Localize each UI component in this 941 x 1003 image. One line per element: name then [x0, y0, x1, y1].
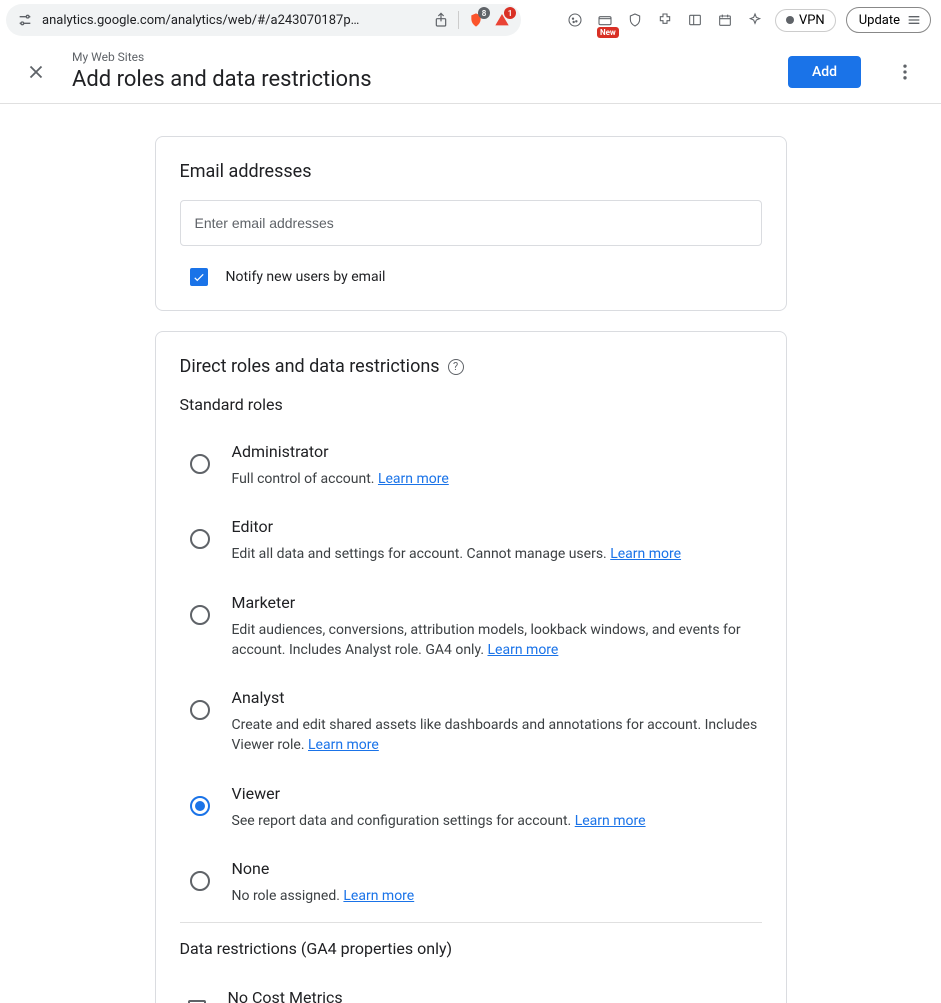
share-icon[interactable]: [432, 11, 450, 29]
role-title: Editor: [232, 517, 762, 536]
alert-triangle-icon[interactable]: 1: [493, 11, 511, 29]
add-button[interactable]: Add: [788, 56, 861, 88]
role-description: Full control of account. Learn more: [232, 469, 762, 489]
notify-checkbox[interactable]: [190, 268, 208, 286]
roles-heading: Direct roles and data restrictions ?: [180, 356, 762, 377]
role-row-administrator[interactable]: Administrator Full control of account. Le…: [180, 430, 762, 505]
learn-more-link[interactable]: Learn more: [308, 737, 379, 753]
header-subtitle: My Web Sites: [72, 50, 772, 66]
email-heading: Email addresses: [180, 161, 762, 182]
restriction-row[interactable]: No Cost MetricsNo access to cost-related…: [180, 974, 762, 1003]
shield-outline-icon[interactable]: [625, 10, 645, 30]
vpn-label: VPN: [799, 13, 825, 28]
help-icon[interactable]: ?: [448, 359, 464, 375]
vpn-button[interactable]: VPN: [775, 9, 836, 32]
role-radio[interactable]: [190, 796, 210, 816]
learn-more-link[interactable]: Learn more: [378, 471, 449, 487]
update-button[interactable]: Update: [846, 7, 931, 33]
vpn-status-dot: [786, 16, 794, 24]
notify-checkbox-row[interactable]: Notify new users by email: [180, 264, 762, 286]
role-row-marketer[interactable]: Marketer Edit audiences, conversions, att…: [180, 581, 762, 677]
role-title: None: [232, 859, 762, 878]
separator: [458, 11, 459, 29]
brave-shield-icon[interactable]: 8: [467, 11, 485, 29]
role-row-none[interactable]: None No role assigned. Learn more: [180, 847, 762, 923]
role-radio[interactable]: [190, 871, 210, 891]
learn-more-link[interactable]: Learn more: [610, 546, 681, 562]
roles-list: Administrator Full control of account. Le…: [180, 430, 762, 923]
notify-label: Notify new users by email: [226, 269, 386, 285]
calendar-icon[interactable]: [715, 10, 735, 30]
page-title: Add roles and data restrictions: [72, 66, 772, 94]
role-radio[interactable]: [190, 529, 210, 549]
page-header: My Web Sites Add roles and data restrict…: [0, 40, 941, 104]
content-area: Email addresses Notify new users by emai…: [0, 104, 941, 1003]
role-description: No role assigned. Learn more: [232, 886, 762, 906]
extensions-icon[interactable]: [655, 10, 675, 30]
role-description: See report data and configuration settin…: [232, 811, 762, 831]
tune-icon[interactable]: [16, 11, 34, 29]
brave-count-badge: 8: [478, 7, 490, 19]
email-input[interactable]: [180, 200, 762, 246]
learn-more-link[interactable]: Learn more: [575, 813, 646, 829]
roles-card: Direct roles and data restrictions ? Sta…: [155, 331, 787, 1003]
learn-more-link[interactable]: Learn more: [343, 888, 414, 904]
restriction-title: No Cost Metrics: [228, 988, 762, 1003]
alert-count-badge: 1: [504, 7, 516, 19]
address-bar[interactable]: analytics.google.com/analytics/web/#/a24…: [6, 4, 521, 36]
role-title: Analyst: [232, 688, 762, 707]
sparkle-icon[interactable]: [745, 10, 765, 30]
learn-more-link[interactable]: Learn more: [488, 642, 559, 658]
role-title: Marketer: [232, 593, 762, 612]
standard-roles-heading: Standard roles: [180, 395, 762, 414]
email-card: Email addresses Notify new users by emai…: [155, 136, 787, 311]
role-radio[interactable]: [190, 454, 210, 474]
restrictions-list: No Cost MetricsNo access to cost-related…: [180, 974, 762, 1003]
role-title: Administrator: [232, 442, 762, 461]
browser-chrome: analytics.google.com/analytics/web/#/a24…: [0, 0, 941, 40]
close-button[interactable]: [16, 52, 56, 92]
role-radio[interactable]: [190, 700, 210, 720]
sidebar-toggle-icon[interactable]: [685, 10, 705, 30]
update-label: Update: [859, 13, 900, 28]
role-description: Edit all data and settings for account. …: [232, 544, 762, 564]
browser-toolbar-right: New VPN Update: [565, 7, 935, 33]
url-text: analytics.google.com/analytics/web/#/a24…: [42, 13, 424, 28]
restrictions-heading: Data restrictions (GA4 properties only): [180, 939, 762, 958]
role-row-analyst[interactable]: Analyst Create and edit shared assets lik…: [180, 676, 762, 772]
header-titles: My Web Sites Add roles and data restrict…: [72, 50, 772, 93]
role-title: Viewer: [232, 784, 762, 803]
wallet-icon[interactable]: New: [595, 10, 615, 30]
role-row-viewer[interactable]: Viewer See report data and configuration …: [180, 772, 762, 847]
new-badge: New: [597, 27, 619, 38]
more-options-button[interactable]: [885, 52, 925, 92]
role-description: Create and edit shared assets like dashb…: [232, 715, 762, 756]
role-description: Edit audiences, conversions, attribution…: [232, 620, 762, 661]
role-row-editor[interactable]: Editor Edit all data and settings for acc…: [180, 505, 762, 580]
cookie-icon[interactable]: [565, 10, 585, 30]
hamburger-icon: [906, 12, 922, 28]
role-radio[interactable]: [190, 605, 210, 625]
